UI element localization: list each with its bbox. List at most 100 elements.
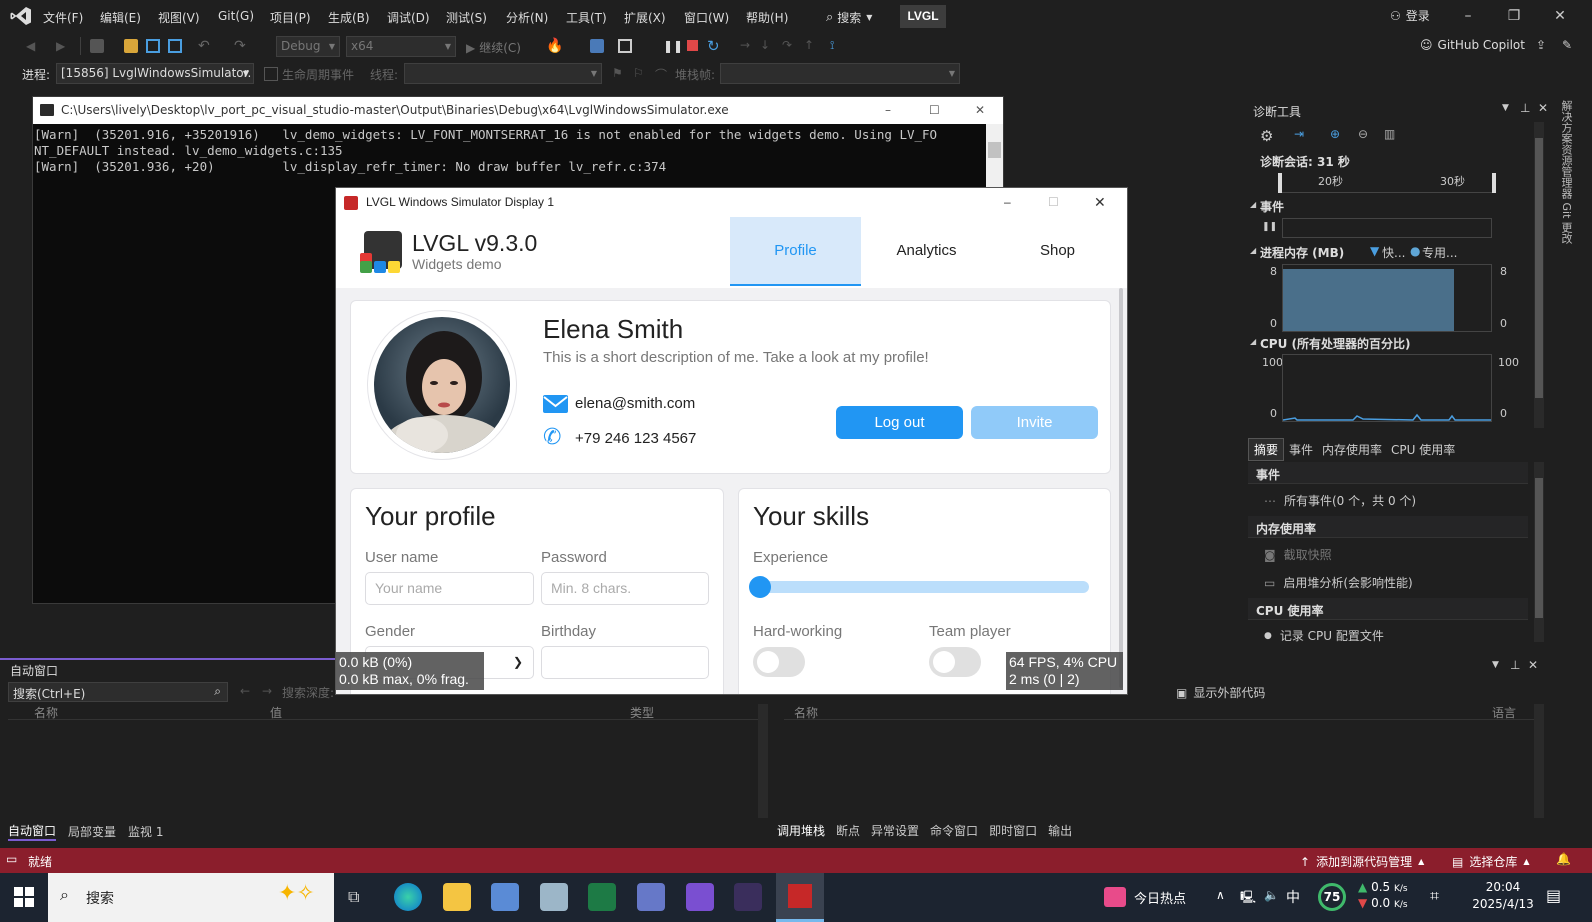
menu-edit[interactable]: 编辑(E) bbox=[100, 9, 141, 26]
invite-button[interactable]: Invite bbox=[971, 406, 1098, 439]
teamplayer-switch[interactable] bbox=[929, 647, 981, 677]
menu-extensions[interactable]: 扩展(X) bbox=[624, 9, 666, 26]
news-widget[interactable]: 今日热点 bbox=[1104, 887, 1186, 907]
step-icon[interactable]: → bbox=[740, 38, 754, 52]
password-input[interactable]: Min. 8 chars. bbox=[541, 572, 709, 605]
tab-locals[interactable]: 局部变量 bbox=[68, 823, 116, 840]
menu-build[interactable]: 生成(B) bbox=[328, 9, 370, 26]
window-layout-icon[interactable] bbox=[618, 39, 632, 53]
all-events-link[interactable]: ⋯ 所有事件(0 个，共 0 个) bbox=[1264, 492, 1416, 509]
experience-slider[interactable] bbox=[749, 576, 1089, 598]
performance-badge[interactable]: 75 bbox=[1318, 883, 1346, 911]
zoom-in-icon[interactable]: ⊕ bbox=[1330, 127, 1340, 141]
col-language[interactable]: 语言 bbox=[1492, 704, 1516, 721]
share-icon[interactable]: ⇪ bbox=[1536, 38, 1550, 52]
forward-icon[interactable]: → bbox=[262, 684, 272, 698]
menu-window[interactable]: 窗口(W) bbox=[684, 9, 729, 26]
col-type[interactable]: 类型 bbox=[630, 704, 654, 721]
lifecycle-events-button[interactable]: 生命周期事件 bbox=[282, 66, 354, 83]
callstack-scrollbar[interactable] bbox=[1534, 704, 1544, 818]
process-select[interactable]: [15856] LvglWindowsSimulator. ▼ bbox=[56, 63, 254, 84]
lvgl-simulator-window[interactable]: LVGL Windows Simulator Display 1 – ☐ ✕ L… bbox=[335, 187, 1128, 695]
step-over-icon[interactable]: ↷ bbox=[782, 38, 796, 52]
autos-search-input[interactable]: 搜索(Ctrl+E) ⌕ bbox=[8, 682, 228, 702]
remote-desktop-icon[interactable] bbox=[491, 883, 519, 911]
page-scrollbar[interactable] bbox=[1119, 288, 1123, 694]
hot-reload-icon[interactable]: 🔥 bbox=[546, 38, 563, 54]
diag-scrollbar[interactable] bbox=[1534, 122, 1544, 428]
menu-analyze[interactable]: 分析(N) bbox=[506, 9, 548, 26]
menu-tools[interactable]: 工具(T) bbox=[566, 9, 607, 26]
timeline-end-handle[interactable] bbox=[1492, 173, 1496, 193]
tab-shop[interactable]: Shop bbox=[992, 217, 1123, 286]
menu-view[interactable]: 视图(V) bbox=[158, 9, 200, 26]
hardworking-switch[interactable] bbox=[753, 647, 805, 677]
new-item-icon[interactable] bbox=[90, 39, 104, 53]
crop-icon[interactable]: ⌗ bbox=[1430, 886, 1439, 906]
experience-slider-knob[interactable] bbox=[749, 576, 771, 598]
tab-command[interactable]: 命令窗口 bbox=[930, 822, 978, 839]
close-icon[interactable]: ✕ bbox=[1538, 101, 1548, 115]
add-to-source-control-button[interactable]: ↑ 添加到源代码管理 ▲ bbox=[1300, 853, 1424, 870]
tab-call-stack[interactable]: 调用堆栈 bbox=[777, 822, 825, 839]
close-icon[interactable]: ✕ bbox=[1552, 8, 1568, 24]
tab-memory[interactable]: 内存使用率 bbox=[1318, 439, 1386, 460]
tab-output[interactable]: 输出 bbox=[1048, 822, 1072, 839]
pin-icon[interactable]: ⊥ bbox=[1520, 101, 1530, 115]
login-button[interactable]: ⚇ 登录 bbox=[1390, 7, 1430, 24]
browse-icon[interactable] bbox=[590, 39, 604, 53]
visual-studio-taskbar-icon[interactable] bbox=[686, 883, 714, 911]
flag-thread-icon[interactable]: ⚐ bbox=[633, 66, 647, 80]
lvgl-taskbar-item[interactable] bbox=[776, 873, 824, 922]
pause-icon[interactable]: ❚❚ bbox=[1262, 222, 1277, 232]
tab-autos[interactable]: 自动窗口 bbox=[8, 822, 57, 841]
birthday-input[interactable] bbox=[541, 646, 709, 679]
menu-project[interactable]: 项目(P) bbox=[270, 9, 311, 26]
edge-icon[interactable] bbox=[394, 883, 422, 911]
tab-events[interactable]: 事件 bbox=[1285, 439, 1317, 460]
console-maximize-icon[interactable]: ☐ bbox=[929, 97, 940, 124]
notifications-icon[interactable]: 🔔 bbox=[1556, 852, 1571, 866]
back-icon[interactable]: ◀ bbox=[26, 39, 40, 53]
timeline-ruler[interactable]: 20秒 30秒 bbox=[1278, 173, 1496, 193]
username-input[interactable]: Your name bbox=[365, 572, 534, 605]
collapse-icon[interactable]: ◢ bbox=[1250, 246, 1256, 255]
tab-breakpoints[interactable]: 断点 bbox=[836, 822, 860, 839]
building-app-icon[interactable] bbox=[637, 883, 665, 911]
redo-icon[interactable]: ↷ bbox=[234, 38, 248, 54]
file-explorer-icon[interactable] bbox=[443, 883, 471, 911]
pause-icon[interactable]: ❚❚ bbox=[663, 39, 683, 53]
lvgl-maximize-icon[interactable]: ☐ bbox=[1048, 188, 1059, 217]
search-button[interactable]: ⌕ 搜索 ▼ bbox=[826, 8, 888, 26]
flag-icon[interactable]: ⚑ bbox=[612, 66, 626, 80]
close-icon[interactable]: ✕ bbox=[1528, 658, 1538, 672]
taskbar-search-box[interactable]: ⌕ 搜索 ✦✧ bbox=[48, 873, 334, 922]
col-name[interactable]: 名称 bbox=[794, 704, 818, 721]
console-minimize-icon[interactable]: – bbox=[885, 97, 891, 124]
show-external-code-toggle[interactable]: ▣ 显示外部代码 bbox=[1176, 684, 1265, 701]
autos-scrollbar[interactable] bbox=[758, 704, 768, 818]
volume-icon[interactable]: 🔈 bbox=[1264, 888, 1279, 902]
export-icon[interactable]: ⇥ bbox=[1294, 127, 1304, 141]
select-repository-button[interactable]: ▤ 选择仓库 ▲ bbox=[1452, 853, 1530, 870]
notification-center-icon[interactable]: ▤ bbox=[1546, 886, 1561, 905]
snapshot-button[interactable]: ◙ 截取快照 bbox=[1264, 546, 1332, 563]
col-value[interactable]: 值 bbox=[270, 704, 282, 721]
timeline-start-handle[interactable] bbox=[1278, 173, 1282, 193]
lvgl-close-icon[interactable]: ✕ bbox=[1094, 188, 1106, 217]
chevron-up-icon[interactable]: ∧ bbox=[1216, 888, 1225, 902]
minimize-icon[interactable]: – bbox=[1460, 8, 1476, 24]
save-all-icon[interactable] bbox=[168, 39, 182, 53]
menu-git[interactable]: Git(G) bbox=[218, 9, 254, 23]
col-name[interactable]: 名称 bbox=[34, 704, 58, 721]
thread-select[interactable]: ▼ bbox=[404, 63, 602, 84]
console-close-icon[interactable]: ✕ bbox=[975, 97, 985, 124]
lvgl-minimize-icon[interactable]: – bbox=[1004, 188, 1011, 217]
tab-summary[interactable]: 摘要 bbox=[1248, 437, 1285, 461]
windows-start-icon[interactable] bbox=[14, 887, 34, 907]
menu-help[interactable]: 帮助(H) bbox=[746, 9, 788, 26]
step-out-icon[interactable]: ↑ bbox=[804, 38, 818, 52]
tab-cpu[interactable]: CPU 使用率 bbox=[1387, 439, 1459, 460]
open-folder-icon[interactable] bbox=[124, 39, 138, 53]
menu-debug[interactable]: 调试(D) bbox=[387, 9, 430, 26]
